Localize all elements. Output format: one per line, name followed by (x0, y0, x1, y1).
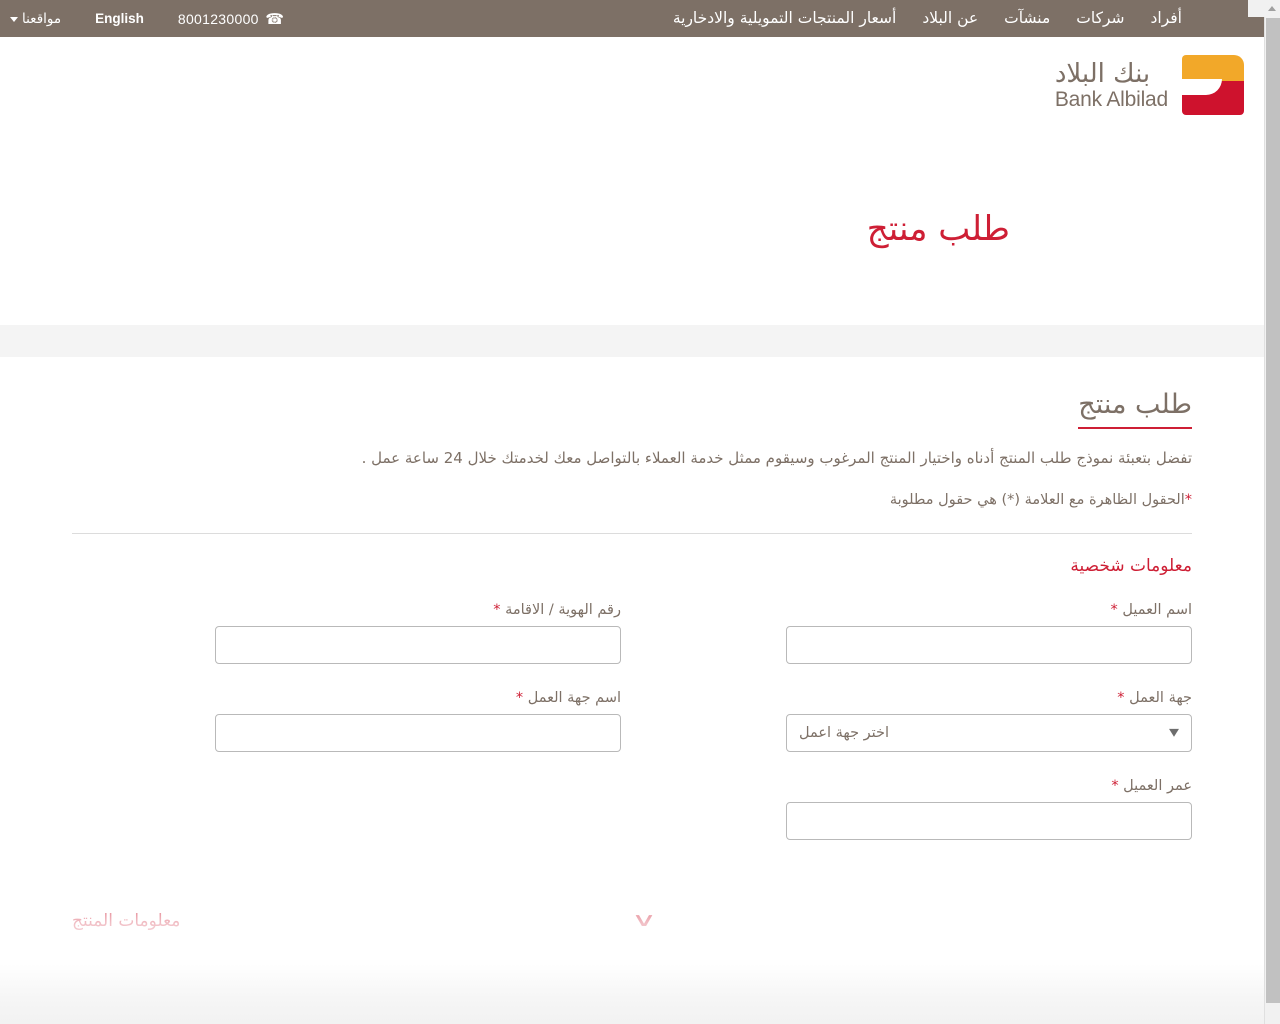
phone-number: 8001230000 (177, 10, 259, 27)
field-employer: جهة العمل * اختر جهة اعمل ▼ (786, 690, 1192, 752)
product-info-header[interactable]: ∨ معلومات المنتج (72, 896, 1192, 932)
personal-info-heading: معلومات شخصية (1070, 555, 1192, 576)
form-container: طلب منتج تفضل بتعبئة نموذج طلب المنتج أد… (72, 389, 1192, 986)
topbar-utilities: 8001230000 ☎ English مواقعنا (0, 10, 284, 28)
form-row-1: اسم العميل * رقم الهوية / الاقامة * (72, 602, 1192, 664)
chevron-down-icon (10, 17, 18, 22)
our-locations-label: مواقعنا (22, 10, 62, 27)
label-customer-age-text: عمر العميل (1123, 777, 1192, 794)
main-nav-links: أفراد شركات منشآت عن البلاد أسعار المنتج… (673, 0, 1182, 37)
page-content: أفراد شركات منشآت عن البلاد أسعار المنتج… (0, 0, 1264, 1024)
form-row-3-spacer (215, 778, 621, 840)
required-asterisk: * (1110, 601, 1118, 618)
label-customer-name-text: اسم العميل (1122, 601, 1192, 618)
form-heading-text: طلب منتج (1078, 389, 1192, 429)
label-employer: جهة العمل * (786, 690, 1192, 706)
label-employer-text: جهة العمل (1129, 689, 1192, 706)
required-asterisk: * (1117, 689, 1125, 706)
input-customer-name[interactable] (786, 625, 1192, 664)
form-section: طلب منتج تفضل بتعبئة نموذج طلب المنتج أد… (0, 389, 1264, 986)
scrollbar-thumb[interactable] (1266, 18, 1280, 1003)
field-id-number: رقم الهوية / الاقامة * (215, 602, 621, 664)
chevron-down-icon: ▼ (1169, 726, 1179, 739)
select-employer[interactable]: اختر جهة اعمل ▼ (786, 713, 1192, 752)
form-heading: طلب منتج (72, 389, 1192, 429)
nav-item-individuals[interactable]: أفراد (1151, 0, 1182, 37)
contact-phone[interactable]: 8001230000 ☎ (178, 10, 284, 28)
logo-arabic-text: بنك البلاد (1054, 58, 1151, 89)
nav-item-about[interactable]: عن البلاد (922, 0, 978, 37)
top-navigation-bar: أفراد شركات منشآت عن البلاد أسعار المنتج… (0, 0, 1264, 37)
select-employer-value: اختر جهة اعمل (799, 724, 890, 741)
chevron-down-icon[interactable]: ∨ (631, 911, 657, 930)
required-asterisk: * (1184, 491, 1192, 508)
nav-item-enterprises[interactable]: منشآت (1004, 0, 1050, 37)
required-asterisk: * (515, 689, 524, 706)
scrollbar-up-button[interactable] (1264, 0, 1280, 17)
label-customer-name: اسم العميل * (786, 602, 1192, 618)
logo-wordmark: بنك البلاد Bank Albilad (1055, 61, 1168, 110)
page-title: طلب منتج (866, 209, 1010, 249)
label-id-number: رقم الهوية / الاقامة * (215, 602, 621, 618)
triangle-up-icon (1268, 6, 1276, 11)
label-employer-name: اسم جهة العمل * (215, 690, 621, 706)
section-divider (72, 532, 1192, 534)
label-id-number-text: رقم الهوية / الاقامة (505, 601, 621, 618)
vertical-scrollbar[interactable] (1264, 0, 1280, 1024)
phone-icon: ☎ (264, 10, 284, 28)
required-fields-note: *الحقول الظاهرة مع العلامة (*) هي حقول م… (72, 492, 1192, 508)
language-toggle[interactable]: English (95, 11, 144, 26)
field-customer-age: عمر العميل * (786, 778, 1192, 840)
browser-viewport: أفراد شركات منشآت عن البلاد أسعار المنتج… (0, 0, 1280, 1024)
bank-albilad-logo-mark-icon (1182, 55, 1244, 115)
product-info-title: معلومات المنتج (72, 910, 181, 931)
fade-overlay (72, 877, 1192, 986)
topbar-scrollbar-cap (1248, 0, 1264, 17)
form-row-3: عمر العميل * (72, 778, 1192, 840)
form-row-2: جهة العمل * اختر جهة اعمل ▼ اسم جهة العم… (72, 690, 1192, 752)
section-separator-band (0, 325, 1264, 357)
required-fields-note-text: الحقول الظاهرة مع العلامة (*) هي حقول مط… (889, 491, 1185, 508)
hero-banner: طلب منتج (0, 133, 1264, 325)
input-employer-name[interactable] (215, 713, 621, 752)
input-id-number[interactable] (215, 625, 621, 664)
form-lead-text: تفضل بتعبئة نموذج طلب المنتج أدناه واختي… (361, 449, 1192, 467)
field-employer-name: اسم جهة العمل * (215, 690, 621, 752)
logo-band: بنك البلاد Bank Albilad (0, 37, 1264, 133)
label-employer-name-text: اسم جهة العمل (527, 689, 621, 706)
site-logo[interactable]: بنك البلاد Bank Albilad (1055, 55, 1244, 115)
label-customer-age: عمر العميل * (786, 778, 1192, 794)
input-customer-age[interactable] (786, 801, 1192, 840)
logo-english-text: Bank Albilad (1054, 87, 1168, 111)
our-locations-menu[interactable]: مواقعنا (10, 11, 61, 27)
nav-item-rates[interactable]: أسعار المنتجات التمويلية والادخارية (673, 0, 896, 37)
required-asterisk: * (493, 601, 501, 618)
nav-item-companies[interactable]: شركات (1076, 0, 1124, 37)
product-info-section: ∨ معلومات المنتج (72, 877, 1192, 986)
required-asterisk: * (1111, 777, 1119, 794)
field-customer-name: اسم العميل * (786, 602, 1192, 664)
